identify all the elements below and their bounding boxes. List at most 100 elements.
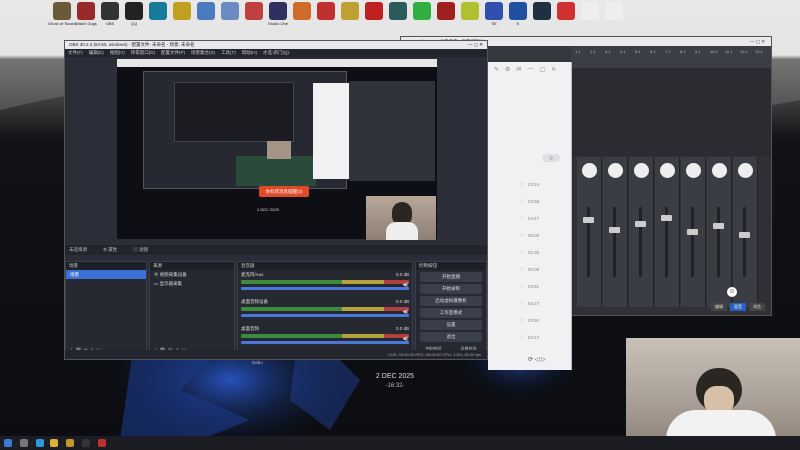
- mixer-dock: 混音器 麦克风/Aux 0.0 dB ◀) 桌面音频设备 0.0 dB ◀) 桌面音频 0.0…: [237, 261, 413, 357]
- app-icon: [509, 2, 527, 20]
- fader-knob[interactable]: [713, 223, 724, 229]
- menu-item[interactable]: 场景集合(S): [191, 49, 215, 57]
- channel-icon[interactable]: [738, 163, 753, 178]
- control-button[interactable]: 工作室模式: [420, 308, 482, 318]
- person-shirt: [386, 222, 418, 240]
- ruler-tick: 3.1: [605, 49, 611, 54]
- channel-icon[interactable]: [686, 163, 701, 178]
- maximize-icon[interactable]: ▢: [539, 66, 545, 73]
- menu-item[interactable]: 工具(T): [221, 49, 236, 57]
- heart-icon[interactable]: ♡: [520, 182, 524, 187]
- app-icon: [197, 2, 215, 20]
- heart-icon[interactable]: ♡: [520, 284, 524, 289]
- browse-button[interactable]: 浏览: [749, 303, 765, 311]
- scenes-dock: 场景 场景 ＋ 🗑 ▣ ∧ ∨: [65, 261, 147, 357]
- control-button[interactable]: 设置: [420, 320, 482, 330]
- heart-icon[interactable]: ♡: [520, 216, 524, 221]
- menu-item[interactable]: 视图(V): [110, 49, 125, 57]
- desktop-icon[interactable]: [600, 0, 628, 36]
- menu-item[interactable]: 停靠窗口(D): [131, 49, 155, 57]
- controls-dock: 控制按钮 开始直播 开始录制 启动虚拟摄像机 工作室模式 设置 退出 控制按钮 场景转场: [415, 261, 487, 357]
- heart-icon[interactable]: ♡: [520, 199, 524, 204]
- channel-icon[interactable]: [608, 163, 623, 178]
- source-item-display[interactable]: ▭ 显示器采集: [150, 279, 234, 288]
- scene-item[interactable]: 场景: [66, 270, 146, 279]
- windows-start-icon[interactable]: [4, 439, 12, 447]
- list-item[interactable]: ♡ 03:51: [520, 284, 539, 290]
- mail-icon[interactable]: ✉: [516, 66, 521, 73]
- brush-icon[interactable]: ✎: [494, 66, 499, 73]
- channel-icon[interactable]: [660, 163, 675, 178]
- menu-item[interactable]: 配置文件(P): [161, 49, 185, 57]
- edit-button[interactable]: 编辑: [711, 303, 727, 311]
- properties-button[interactable]: ⚙ 属性: [103, 245, 117, 255]
- fader-knob[interactable]: [583, 217, 594, 223]
- fader-knob[interactable]: [635, 221, 646, 227]
- list-item[interactable]: ♡ 04:27: [520, 301, 539, 307]
- obs-window-controls[interactable]: — ▢ ✕: [468, 41, 483, 49]
- heart-icon[interactable]: ♡: [520, 301, 524, 306]
- music-player-window[interactable]: ✎ ⚙ ✉ — ▢ ✕ Q ♡ 03:24 ♡ 03:58 ♡ 04:47 ♡ 05:…: [252, 62, 572, 370]
- heart-icon[interactable]: ♡: [520, 335, 524, 340]
- channel-icon[interactable]: [582, 163, 597, 178]
- control-button[interactable]: 开始录制: [420, 284, 482, 294]
- volume-slider[interactable]: [241, 314, 409, 317]
- fader-knob[interactable]: [687, 229, 698, 235]
- channel-icon[interactable]: [634, 163, 649, 178]
- obs-titlebar[interactable]: OBS 30.2.3 (64-bit, windows) - 配置文件: 未命名…: [65, 41, 487, 49]
- list-item[interactable]: ♡ 03:24: [520, 182, 539, 188]
- window-controls[interactable]: — ▢ ✕: [750, 37, 765, 46]
- source-label: 显示器采集: [159, 281, 183, 286]
- nested-mixer: [236, 156, 316, 186]
- heart-icon[interactable]: ♡: [520, 250, 524, 255]
- ruler-tick: 5.1: [635, 49, 641, 54]
- music-toolbar[interactable]: ✎ ⚙ ✉ — ▢ ✕: [488, 62, 571, 76]
- obs-menubar: 文件(F) 编辑(E) 视图(V) 停靠窗口(D) 配置文件(P) 场景集合(S) 工具(T…: [65, 49, 487, 57]
- volume-slider[interactable]: [241, 341, 409, 344]
- list-item[interactable]: ♡ 04:17: [520, 335, 539, 341]
- list-item[interactable]: ♡ 04:47: [520, 216, 539, 222]
- control-button[interactable]: 退出: [420, 332, 482, 342]
- app-icon[interactable]: [66, 439, 74, 447]
- file-explorer-icon[interactable]: [50, 439, 58, 447]
- list-item[interactable]: ♡ 04:09: [520, 267, 539, 273]
- heart-icon[interactable]: ♡: [520, 267, 524, 272]
- list-item[interactable]: ♡ 03:58: [520, 199, 539, 205]
- music-taskbar-icon[interactable]: [98, 439, 106, 447]
- speaker-icon[interactable]: ◀): [402, 282, 408, 288]
- filters-button[interactable]: ▤ 滤镜: [133, 245, 148, 255]
- obs-taskbar-icon[interactable]: [82, 439, 90, 447]
- fader-knob[interactable]: [609, 227, 620, 233]
- heart-icon[interactable]: ♡: [520, 233, 524, 238]
- edge-icon[interactable]: [36, 439, 44, 447]
- list-item[interactable]: ♡ 02:35: [520, 250, 539, 256]
- heart-icon[interactable]: ♡: [520, 318, 524, 323]
- speaker-icon[interactable]: ◀): [402, 309, 408, 315]
- control-button[interactable]: 开始直播: [420, 272, 482, 282]
- source-item-video[interactable]: ▣ 视频采集设备: [150, 270, 234, 279]
- fader-knob[interactable]: [661, 215, 672, 221]
- list-item[interactable]: ♡ 05:00: [520, 233, 539, 239]
- fader-track: [743, 207, 746, 277]
- menu-item[interactable]: 帮助(H): [242, 49, 257, 57]
- menu-item[interactable]: 编辑(E): [89, 49, 104, 57]
- channel-icon[interactable]: [712, 163, 727, 178]
- arrange-area[interactable]: [571, 68, 771, 156]
- minimize-icon[interactable]: —: [527, 66, 533, 72]
- close-icon[interactable]: ✕: [551, 66, 556, 73]
- fader-knob[interactable]: [739, 232, 750, 238]
- list-item[interactable]: ♡ 03:50: [520, 318, 539, 324]
- playback-controls[interactable]: ⟳ ◁ ▷: [528, 356, 546, 363]
- menu-item[interactable]: 才选-新门(Q): [263, 49, 289, 57]
- app-icon: [557, 2, 575, 20]
- speaker-icon[interactable]: ◀): [402, 336, 408, 342]
- control-button[interactable]: 启动虚拟摄像机: [420, 296, 482, 306]
- menu-item[interactable]: 文件(F): [68, 49, 83, 57]
- mix-button[interactable]: 混音: [730, 303, 746, 311]
- no-source-label: 未选择源: [69, 247, 87, 252]
- settings-icon[interactable]: ⚙: [505, 66, 510, 73]
- search-icon[interactable]: [20, 439, 28, 447]
- smiley-icon[interactable]: ☺: [727, 287, 737, 297]
- search-icon[interactable]: Q: [542, 154, 560, 162]
- volume-slider[interactable]: [241, 287, 409, 290]
